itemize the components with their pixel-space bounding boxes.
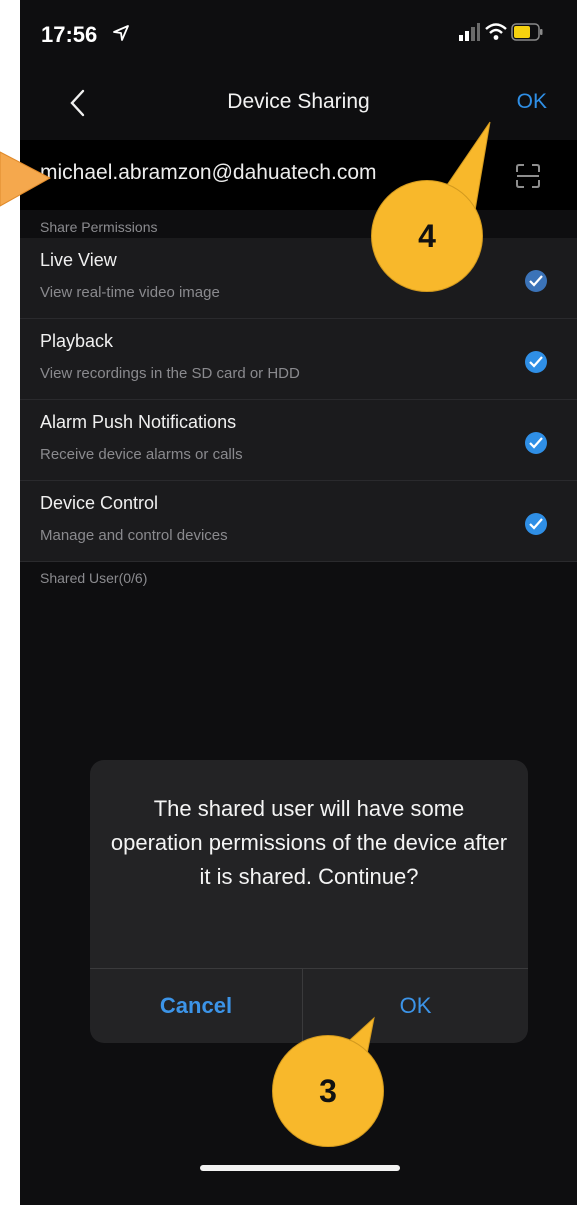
annotation-arrows bbox=[0, 121, 491, 1091]
callout-4-number: 4 bbox=[418, 218, 436, 254]
callout-4: 4 bbox=[371, 180, 483, 292]
callout-3: 3 bbox=[272, 1035, 384, 1147]
pointer-arrow bbox=[0, 151, 52, 207]
callout-3-number: 3 bbox=[319, 1073, 337, 1109]
